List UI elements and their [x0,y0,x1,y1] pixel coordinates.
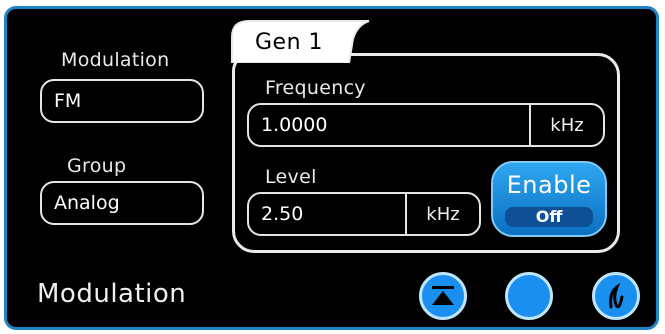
level-label: Level [265,166,317,188]
group-label: Group [67,155,127,177]
enable-button-label: Enable [506,171,592,199]
generator-tab-title[interactable]: Gen 1 [255,30,323,55]
enable-button[interactable]: Enable Off [491,161,607,237]
modulation-field[interactable]: FM [40,79,204,123]
blank-round-button[interactable] [505,272,553,320]
group-value: Analog [54,192,120,214]
modulation-wave-button[interactable] [592,272,640,320]
level-unit: kHz [405,194,479,234]
group-field[interactable]: Analog [40,181,204,225]
frequency-unit: kHz [529,105,603,145]
level-value: 2.50 [261,203,304,225]
modulation-wave-icon [609,282,624,309]
frequency-label: Frequency [265,77,366,99]
enable-state-badge: Off [505,207,593,227]
page-title: Modulation [37,279,187,309]
modulation-value: FM [54,90,82,112]
frequency-field[interactable]: 1.0000 kHz [247,103,605,147]
modulation-label: Modulation [61,49,170,71]
level-field[interactable]: 2.50 kHz [247,192,481,236]
modulation-panel-window: Modulation FM Group Analog Gen 1 Frequen… [4,6,659,330]
eject-icon [432,286,454,305]
frequency-value: 1.0000 [261,114,328,136]
eject-button[interactable] [419,272,467,320]
